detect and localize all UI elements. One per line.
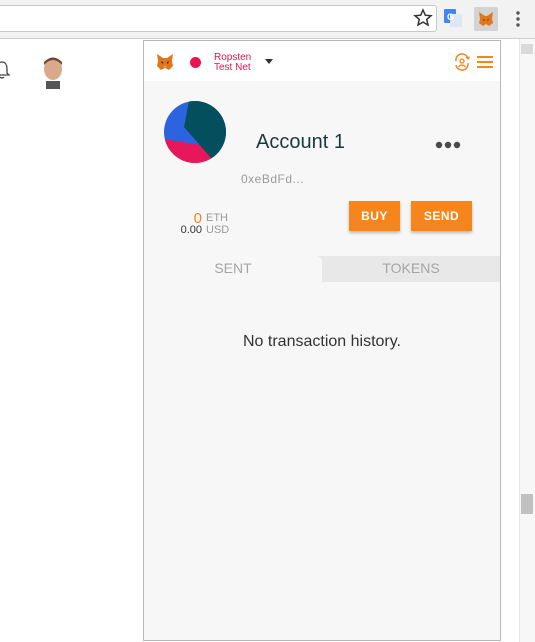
- buy-button[interactable]: BUY: [349, 201, 400, 231]
- usd-balance-value: 0.00: [180, 224, 202, 236]
- notification-bell-icon[interactable]: [0, 60, 11, 80]
- account-identicon[interactable]: [164, 101, 226, 163]
- google-translate-icon[interactable]: G: [444, 9, 462, 27]
- popup-header: Ropsten Test Net: [144, 41, 500, 81]
- chrome-menu-icon[interactable]: [513, 10, 523, 28]
- chevron-down-icon[interactable]: [265, 59, 273, 64]
- address-bar[interactable]: [0, 5, 437, 32]
- page-scrollbar[interactable]: [519, 39, 535, 642]
- eth-unit-label: ETH: [206, 212, 228, 224]
- hamburger-icon[interactable]: [477, 55, 493, 69]
- send-button[interactable]: SEND: [411, 201, 472, 231]
- eth-balance: 0 ETH: [164, 210, 234, 227]
- account-switch-icon[interactable]: [453, 53, 471, 71]
- usd-balance: 0.00 USD: [164, 224, 234, 238]
- metamask-extension-icon[interactable]: [474, 7, 498, 31]
- scrollbar-top-marker: [521, 44, 533, 54]
- star-icon[interactable]: [413, 8, 433, 28]
- account-name[interactable]: Account 1: [256, 131, 345, 154]
- more-options-icon[interactable]: [435, 136, 461, 149]
- empty-transactions-message: No transaction history.: [243, 333, 401, 350]
- metamask-fox-icon: [155, 52, 175, 72]
- metamask-popup: Ropsten Test Net Account 1 0xeBdFd... 0 …: [143, 40, 501, 641]
- user-avatar[interactable]: [38, 55, 68, 89]
- network-selector[interactable]: Ropsten Test Net: [214, 53, 264, 73]
- tab-bar: SENT TOKENS: [144, 256, 500, 282]
- tab-sent[interactable]: SENT: [144, 256, 322, 282]
- tab-tokens[interactable]: TOKENS: [322, 256, 500, 282]
- network-name-line2: Test Net: [214, 62, 251, 73]
- account-address[interactable]: 0xeBdFd...: [241, 172, 304, 186]
- svg-text:G: G: [447, 12, 454, 22]
- network-status-dot[interactable]: [190, 57, 201, 68]
- usd-unit-label: USD: [206, 224, 230, 236]
- scrollbar-thumb[interactable]: [521, 494, 533, 514]
- browser-toolbar: G: [0, 0, 535, 39]
